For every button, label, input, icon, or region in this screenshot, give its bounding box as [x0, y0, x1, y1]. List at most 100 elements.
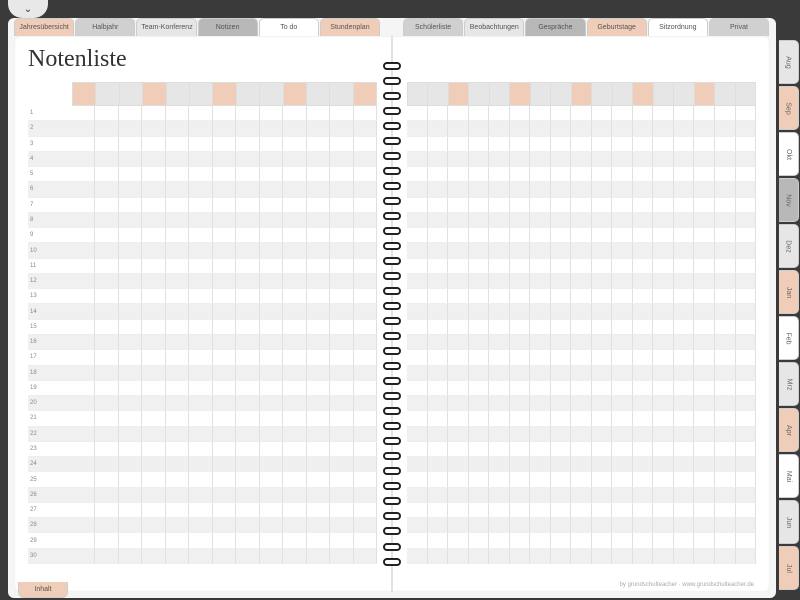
grid-cell[interactable]: [354, 213, 377, 228]
grid-cell[interactable]: [551, 182, 572, 197]
grid-cell[interactable]: [571, 289, 592, 304]
grid-cell[interactable]: [469, 549, 490, 564]
grid-cell[interactable]: [551, 152, 572, 167]
grid-cell[interactable]: [674, 121, 695, 136]
grid-cell[interactable]: [307, 121, 330, 136]
grid-cell[interactable]: [571, 533, 592, 548]
grid-cell[interactable]: [653, 335, 674, 350]
grid-cell[interactable]: [592, 152, 613, 167]
grid-cell[interactable]: [166, 457, 189, 472]
grid-cell[interactable]: [633, 350, 654, 365]
grid-cell[interactable]: [510, 488, 531, 503]
grid-cell[interactable]: [551, 488, 572, 503]
grid-cell[interactable]: [213, 457, 236, 472]
tab-halbjahr[interactable]: Halbjahr: [75, 18, 135, 36]
grid-cell[interactable]: [142, 350, 165, 365]
grid-cell[interactable]: [469, 442, 490, 457]
grid-cell[interactable]: [469, 106, 490, 121]
grid-cell[interactable]: [283, 533, 306, 548]
grid-cell[interactable]: [72, 304, 95, 319]
grid-cell[interactable]: [489, 335, 510, 350]
grid-cell[interactable]: [694, 152, 715, 167]
grid-cell[interactable]: [694, 518, 715, 533]
grid-cell[interactable]: [674, 503, 695, 518]
month-tab-okt[interactable]: Okt: [779, 132, 799, 176]
grid-cell[interactable]: [694, 335, 715, 350]
grid-cell[interactable]: [189, 152, 212, 167]
grid-cell[interactable]: [119, 381, 142, 396]
grid-cell[interactable]: [283, 274, 306, 289]
grid-cell[interactable]: [236, 381, 259, 396]
grid-cell[interactable]: [72, 381, 95, 396]
grid-cell[interactable]: [307, 213, 330, 228]
grid-cell[interactable]: [142, 304, 165, 319]
grid-cell[interactable]: [633, 320, 654, 335]
grid-cell[interactable]: [510, 472, 531, 487]
grid-cell[interactable]: [307, 503, 330, 518]
grid-cell[interactable]: [213, 350, 236, 365]
grid-cell[interactable]: [551, 335, 572, 350]
grid-cell[interactable]: [283, 152, 306, 167]
grid-cell[interactable]: [715, 121, 736, 136]
grid-cell[interactable]: [592, 167, 613, 182]
grid-cell[interactable]: [510, 503, 531, 518]
grid-cell[interactable]: [95, 228, 118, 243]
grid-cell[interactable]: [592, 472, 613, 487]
grid-cell[interactable]: [330, 304, 353, 319]
grid-cell[interactable]: [260, 320, 283, 335]
grid-cell[interactable]: [142, 442, 165, 457]
grid-cell[interactable]: [489, 411, 510, 426]
grid-cell[interactable]: [551, 411, 572, 426]
grid-cell[interactable]: [307, 488, 330, 503]
grid-cell[interactable]: [612, 411, 633, 426]
grid-cell[interactable]: [612, 503, 633, 518]
grid-cell[interactable]: [330, 167, 353, 182]
grid-cell[interactable]: [213, 137, 236, 152]
grid-cell[interactable]: [736, 213, 757, 228]
grid-cell[interactable]: [530, 167, 551, 182]
grid-cell[interactable]: [166, 167, 189, 182]
grid-cell[interactable]: [674, 106, 695, 121]
grid-cell[interactable]: [674, 381, 695, 396]
grid-cell[interactable]: [407, 198, 428, 213]
grid-cell[interactable]: [469, 259, 490, 274]
grid-cell[interactable]: [236, 533, 259, 548]
grid-cell[interactable]: [119, 198, 142, 213]
grid-cell[interactable]: [213, 442, 236, 457]
grid-cell[interactable]: [166, 198, 189, 213]
grid-cell[interactable]: [736, 381, 757, 396]
grid-cell[interactable]: [653, 304, 674, 319]
grid-cell[interactable]: [189, 198, 212, 213]
grid-cell[interactable]: [236, 243, 259, 258]
grid-cell[interactable]: [428, 457, 449, 472]
grid-cell[interactable]: [283, 213, 306, 228]
grid-cell[interactable]: [694, 427, 715, 442]
grid-cell[interactable]: [530, 381, 551, 396]
grid-cell[interactable]: [612, 366, 633, 381]
grid-cell[interactable]: [694, 213, 715, 228]
grid-cell[interactable]: [354, 259, 377, 274]
grid-cell[interactable]: [428, 518, 449, 533]
grid-cell[interactable]: [489, 213, 510, 228]
grid-cell[interactable]: [119, 213, 142, 228]
grid-cell[interactable]: [407, 366, 428, 381]
grid-cell[interactable]: [571, 442, 592, 457]
grid-cell[interactable]: [448, 304, 469, 319]
grid-cell[interactable]: [530, 320, 551, 335]
grid-cell[interactable]: [694, 304, 715, 319]
grid-cell[interactable]: [142, 243, 165, 258]
grid-cell[interactable]: [715, 457, 736, 472]
grid-cell[interactable]: [72, 366, 95, 381]
grid-cell[interactable]: [283, 518, 306, 533]
grid-cell[interactable]: [354, 137, 377, 152]
grid-cell[interactable]: [674, 198, 695, 213]
grid-cell[interactable]: [653, 137, 674, 152]
grid-cell[interactable]: [448, 350, 469, 365]
grid-cell[interactable]: [633, 518, 654, 533]
grid-cell[interactable]: [736, 411, 757, 426]
grid-cell[interactable]: [119, 518, 142, 533]
grid-cell[interactable]: [633, 442, 654, 457]
grid-cell[interactable]: [489, 137, 510, 152]
grid-cell[interactable]: [236, 121, 259, 136]
grid-cell[interactable]: [407, 106, 428, 121]
